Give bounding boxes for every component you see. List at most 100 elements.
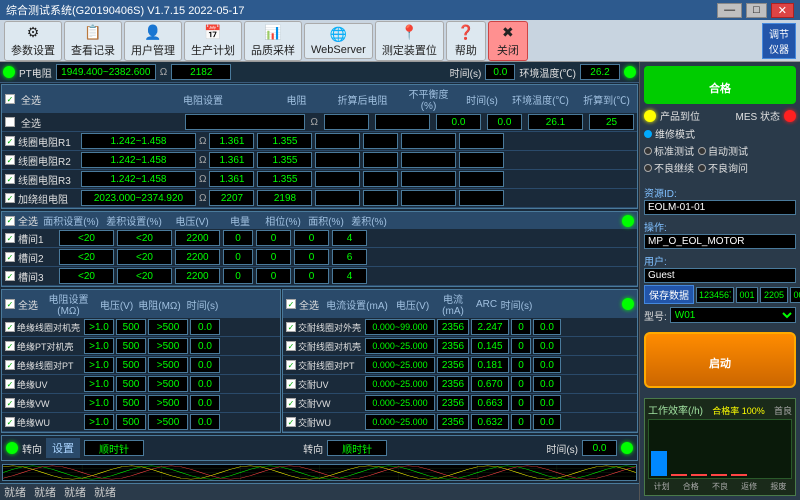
ac-volt[interactable]	[437, 357, 469, 373]
diff-set[interactable]	[117, 249, 172, 265]
insul-cb[interactable]	[5, 360, 15, 370]
maximize-btn[interactable]: □	[746, 3, 767, 18]
area-set[interactable]	[59, 230, 114, 246]
code3-input[interactable]	[790, 287, 800, 303]
insul-resist-set[interactable]	[84, 395, 114, 411]
env-temp-val[interactable]	[401, 190, 456, 206]
ac-current-set[interactable]	[365, 376, 435, 392]
time-value[interactable]	[485, 64, 515, 80]
insul-resist-set[interactable]	[84, 319, 114, 335]
insul-time[interactable]	[190, 338, 220, 354]
charge-val[interactable]	[223, 249, 253, 265]
insul-time[interactable]	[190, 357, 220, 373]
fold-r-all[interactable]	[375, 114, 430, 130]
fold-to-val[interactable]	[459, 133, 504, 149]
insul-time[interactable]	[190, 376, 220, 392]
pt-value-input[interactable]	[171, 64, 231, 80]
imbal-val[interactable]	[315, 133, 360, 149]
insul-cb[interactable]	[5, 417, 15, 427]
insul-cb[interactable]	[5, 341, 15, 351]
phase-val[interactable]	[256, 249, 291, 265]
ac-all-cb[interactable]	[286, 299, 296, 309]
area-cb[interactable]	[5, 233, 15, 243]
direction-input[interactable]	[84, 440, 144, 456]
close-btn[interactable]: ✕	[771, 3, 794, 18]
area-val[interactable]	[294, 268, 329, 284]
area-cb[interactable]	[5, 252, 15, 262]
area-set[interactable]	[59, 249, 114, 265]
voltage-val[interactable]	[175, 268, 220, 284]
params-btn[interactable]: ⚙ 参数设置	[4, 21, 62, 61]
diff-set[interactable]	[117, 230, 172, 246]
r-range[interactable]	[81, 152, 196, 168]
adjust-btn[interactable]: 调节仪器	[762, 23, 796, 59]
temp-value[interactable]	[580, 64, 620, 80]
bad-query-radio[interactable]	[698, 164, 706, 172]
insul-resist-set[interactable]	[84, 338, 114, 354]
ac-arc[interactable]	[511, 395, 531, 411]
ac-current-set[interactable]	[365, 319, 435, 335]
area-set[interactable]	[59, 268, 114, 284]
time-r-val[interactable]	[363, 171, 398, 187]
r-range[interactable]	[81, 133, 196, 149]
ac-current[interactable]	[471, 338, 509, 354]
insul-cb[interactable]	[5, 398, 15, 408]
insul-time[interactable]	[190, 414, 220, 430]
r-range[interactable]	[81, 190, 196, 206]
r-range-all[interactable]	[185, 114, 305, 130]
diff-set[interactable]	[117, 268, 172, 284]
fold-to-all[interactable]	[589, 114, 634, 130]
area-val[interactable]	[294, 230, 329, 246]
insul-resist-set[interactable]	[84, 414, 114, 430]
ac-volt[interactable]	[437, 376, 469, 392]
users-btn[interactable]: 👤 用户管理	[124, 21, 182, 61]
insul-volt[interactable]	[116, 357, 146, 373]
fold-r-val[interactable]	[257, 133, 312, 149]
resistance-all-cb[interactable]	[5, 94, 15, 104]
phase-val[interactable]	[256, 268, 291, 284]
repair-radio[interactable]	[644, 130, 652, 138]
ac-arc[interactable]	[511, 414, 531, 430]
bad-continue-radio[interactable]	[644, 164, 652, 172]
fold-to-val[interactable]	[459, 171, 504, 187]
records-btn[interactable]: 📋 查看记录	[64, 21, 122, 61]
area-val[interactable]	[294, 249, 329, 265]
fold-to-val[interactable]	[459, 152, 504, 168]
insul-volt[interactable]	[116, 338, 146, 354]
diff-val[interactable]	[332, 230, 367, 246]
sn-input[interactable]	[696, 287, 734, 303]
ac-time[interactable]	[533, 338, 561, 354]
time-r-val[interactable]	[363, 133, 398, 149]
time-r-val[interactable]	[363, 152, 398, 168]
charge-val[interactable]	[223, 230, 253, 246]
r-cb[interactable]	[5, 136, 15, 146]
ac-time[interactable]	[533, 395, 561, 411]
imbal-val[interactable]	[315, 171, 360, 187]
save-btn[interactable]: 保存数据	[644, 285, 694, 304]
time-r-all[interactable]	[487, 114, 522, 130]
ac-current[interactable]	[471, 414, 509, 430]
r-val[interactable]	[209, 190, 254, 206]
imbal-all[interactable]	[436, 114, 481, 130]
insul-all-cb[interactable]	[5, 299, 15, 309]
position-btn[interactable]: 📍 测定装置位	[375, 21, 444, 61]
ac-current[interactable]	[471, 357, 509, 373]
ac-current-set[interactable]	[365, 357, 435, 373]
voltage-val[interactable]	[175, 249, 220, 265]
ac-arc[interactable]	[511, 376, 531, 392]
insul-resist[interactable]	[148, 395, 188, 411]
insul-resist-set[interactable]	[84, 376, 114, 392]
insul-resist[interactable]	[148, 338, 188, 354]
close-btn-toolbar[interactable]: ✖ 关闭	[488, 21, 528, 61]
ac-time[interactable]	[533, 319, 561, 335]
pt-range-input[interactable]	[56, 64, 156, 80]
model-select[interactable]: W01	[670, 307, 796, 323]
area-cb[interactable]	[5, 271, 15, 281]
ac-current[interactable]	[471, 376, 509, 392]
start-btn[interactable]: 启动	[644, 332, 796, 388]
fold-r-val[interactable]	[257, 190, 312, 206]
insul-time[interactable]	[190, 319, 220, 335]
insul-volt[interactable]	[116, 414, 146, 430]
insul-volt[interactable]	[116, 319, 146, 335]
env-temp-val[interactable]	[401, 171, 456, 187]
